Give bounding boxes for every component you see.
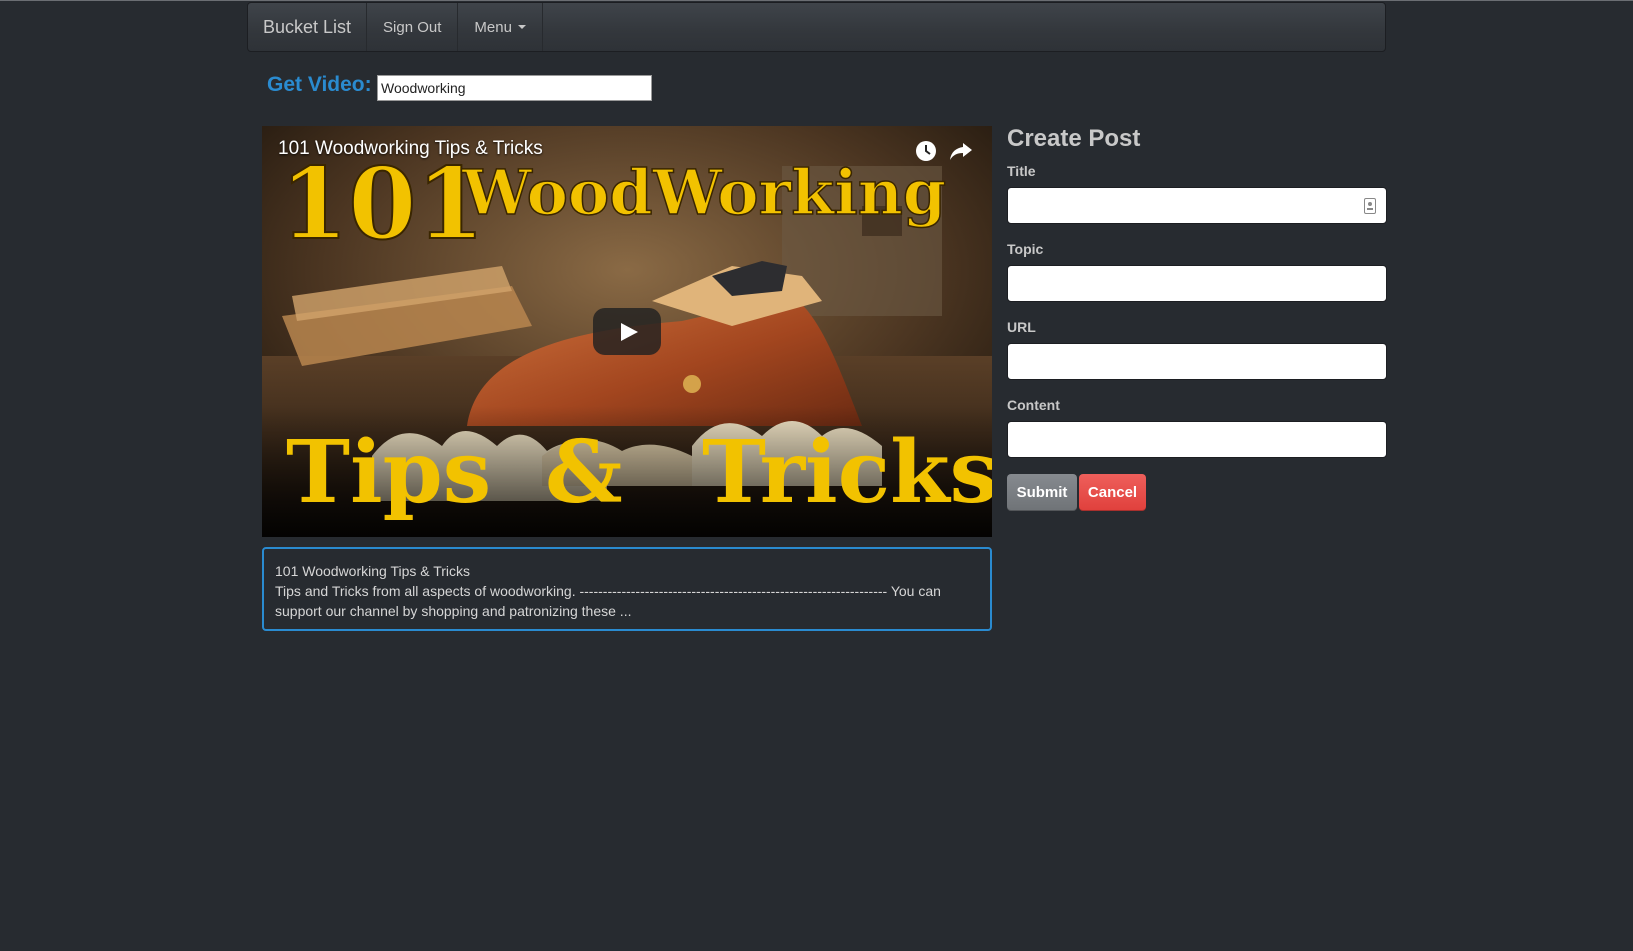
brand-link[interactable]: Bucket List (248, 3, 368, 51)
play-button[interactable] (593, 308, 661, 355)
top-border (0, 0, 1633, 1)
thumbnail-word: WoodWorking (461, 156, 946, 229)
watch-later-icon[interactable] (913, 138, 939, 164)
contact-card-icon[interactable] (1364, 198, 1376, 214)
url-field[interactable] (1007, 343, 1387, 380)
video-player[interactable]: 101 WoodWorking Tips & Tricks 101 Woodwo… (262, 126, 992, 537)
navbar: Bucket List Sign Out Menu (247, 2, 1386, 52)
content-field[interactable] (1007, 421, 1387, 458)
thumbnail-tips: Tips (286, 422, 491, 523)
thumbnail-amp: & (545, 422, 623, 523)
get-video-label: Get Video: (267, 73, 372, 96)
menu-label: Menu (474, 18, 512, 36)
sign-out-label: Sign Out (383, 18, 442, 36)
description-title: 101 Woodworking Tips & Tricks (275, 563, 471, 579)
brand-label: Bucket List (263, 16, 352, 37)
video-title[interactable]: 101 Woodworking Tips & Tricks (278, 138, 543, 160)
thumbnail-tricks: Tricks (702, 422, 992, 523)
sign-out-link[interactable]: Sign Out (367, 3, 459, 51)
title-field[interactable] (1007, 187, 1387, 224)
description-body: Tips and Tricks from all aspects of wood… (275, 583, 941, 619)
topic-field[interactable] (1007, 265, 1387, 302)
caret-down-icon (517, 25, 526, 29)
title-label: Title (1007, 163, 1036, 179)
share-icon[interactable] (948, 138, 974, 164)
menu-dropdown[interactable]: Menu (458, 3, 543, 51)
cancel-button[interactable]: Cancel (1079, 474, 1146, 511)
thumbnail-number: 101 (280, 147, 485, 262)
submit-button[interactable]: Submit (1007, 474, 1077, 511)
content-label: Content (1007, 397, 1060, 413)
url-label: URL (1007, 319, 1036, 335)
topic-label: Topic (1007, 241, 1044, 257)
get-video-input[interactable] (377, 75, 652, 101)
create-post-heading: Create Post (1007, 125, 1141, 152)
video-description: 101 Woodworking Tips & Tricks Tips and T… (262, 547, 992, 631)
